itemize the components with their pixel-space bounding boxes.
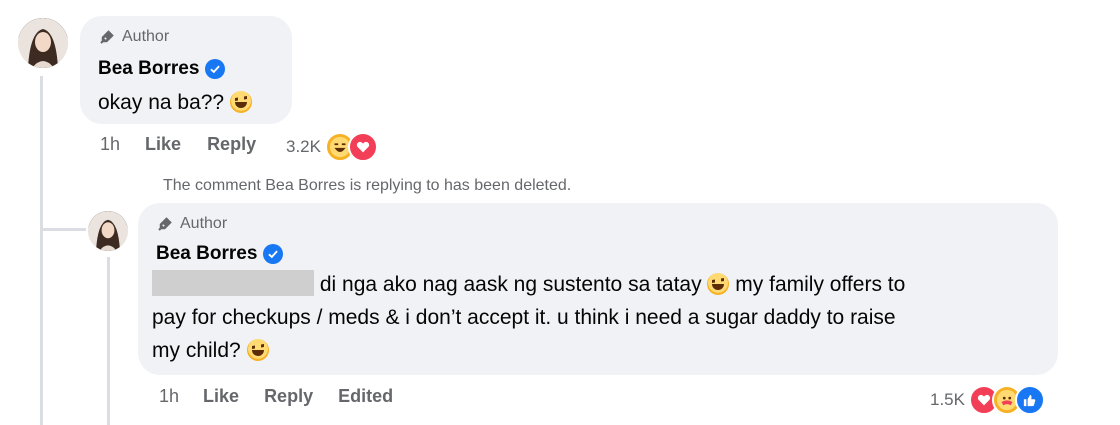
- timestamp[interactable]: 1h: [159, 386, 179, 407]
- thread-line-reply: [107, 257, 110, 425]
- redacted-mention: [152, 270, 314, 296]
- avatar[interactable]: [18, 18, 68, 68]
- reaction-summary[interactable]: 3.2K: [286, 132, 378, 162]
- author-badge-label: Author: [122, 28, 170, 45]
- reply-button[interactable]: Reply: [264, 386, 313, 407]
- love-icon: [347, 132, 378, 162]
- microphone-icon: [158, 217, 172, 231]
- like-button[interactable]: Like: [203, 386, 239, 407]
- laughing-emoji-icon: [246, 339, 269, 361]
- reply-button[interactable]: Reply: [207, 134, 256, 155]
- reaction-count: 3.2K: [286, 137, 321, 156]
- avatar[interactable]: [88, 211, 128, 251]
- comment-bubble: Author Bea Borres okay na ba??: [80, 16, 292, 124]
- reaction-summary[interactable]: 1.5K: [930, 385, 1045, 415]
- author-badge: Author: [156, 215, 227, 233]
- laughing-emoji-icon: [229, 91, 252, 113]
- commenter-name[interactable]: Bea Borres: [98, 58, 199, 80]
- thread-line-branch: [40, 228, 86, 231]
- thread-line-main: [40, 76, 43, 425]
- author-badge: Author: [98, 28, 169, 46]
- edited-label[interactable]: Edited: [338, 386, 393, 407]
- comment-text: okay na ba??: [98, 86, 252, 119]
- timestamp[interactable]: 1h: [100, 134, 120, 155]
- laughing-emoji-icon: [707, 273, 730, 295]
- verified-badge-icon: [205, 59, 226, 79]
- reaction-count: 1.5K: [930, 390, 965, 409]
- author-badge-label: Author: [180, 215, 228, 232]
- commenter-name[interactable]: Bea Borres: [156, 243, 257, 265]
- verified-badge-icon: [263, 244, 284, 264]
- microphone-icon: [100, 30, 114, 44]
- like-icon: [1014, 385, 1045, 415]
- comment-text: di nga ako nag aask ng sustento sa tatay…: [152, 268, 1042, 367]
- like-button[interactable]: Like: [145, 134, 181, 155]
- comment-bubble: Author Bea Borres di nga ako nag aask ng…: [138, 203, 1058, 375]
- deleted-comment-notice: The comment Bea Borres is replying to ha…: [163, 177, 572, 194]
